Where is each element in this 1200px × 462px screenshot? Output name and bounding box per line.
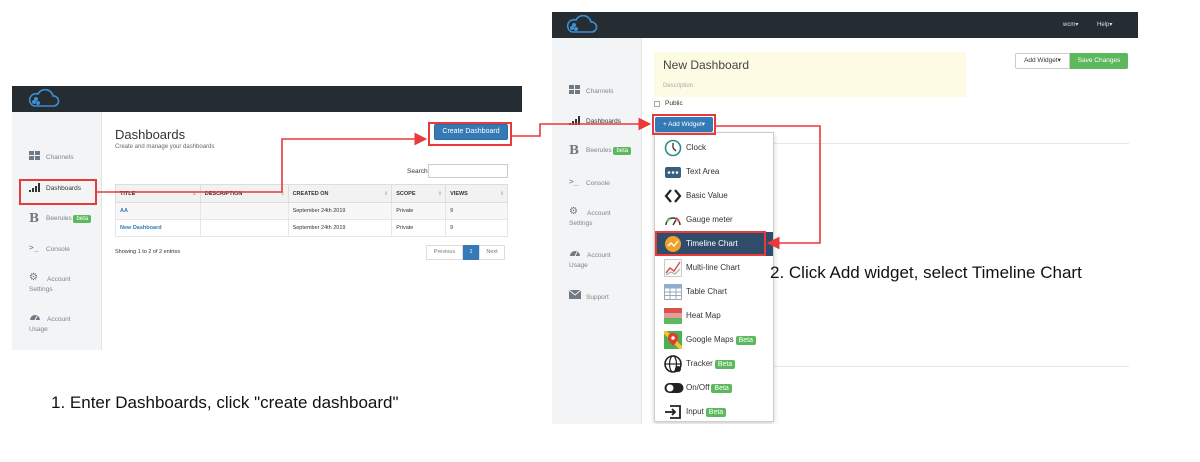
- arrow-step1: [97, 132, 428, 193]
- step1-instruction: 1. Enter Dashboards, click "create dashb…: [51, 393, 399, 412]
- arrow-step2: [716, 125, 821, 250]
- arrow-to-add-widget: [512, 117, 652, 137]
- tutorial-canvas: Channels Dashboards B Beerules beta >_ C…: [0, 0, 1200, 462]
- step2-instruction: 2. Click Add widget, select Timeline Cha…: [770, 263, 1082, 282]
